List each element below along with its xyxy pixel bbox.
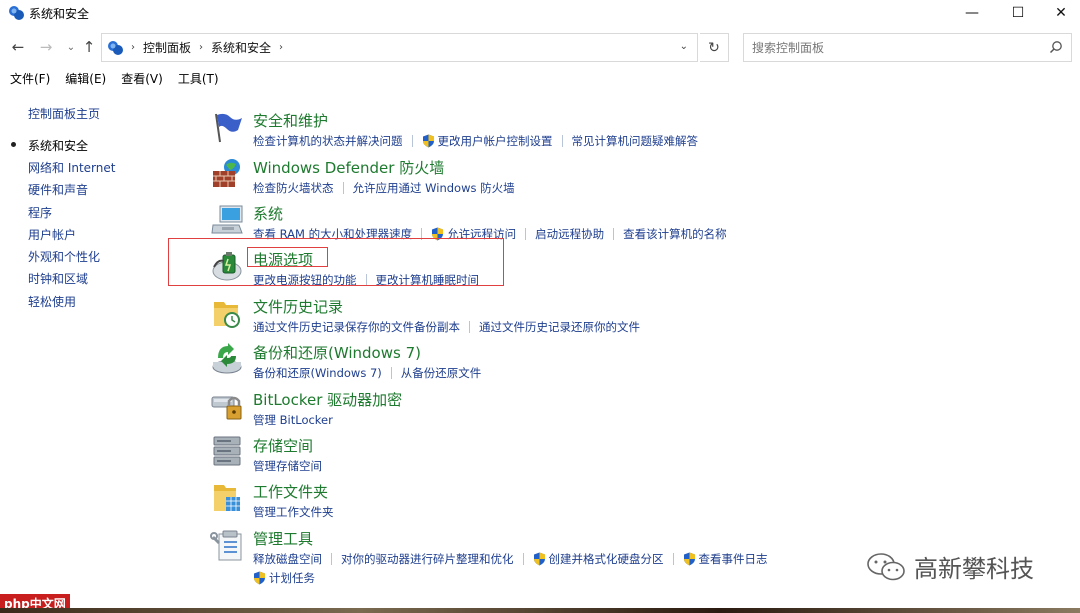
link-label: 管理 BitLocker — [253, 413, 333, 427]
category-title[interactable]: Windows Defender 防火墙 — [253, 157, 444, 178]
link-label: 释放磁盘空间 — [253, 552, 322, 566]
link-separator — [672, 553, 674, 565]
link-uac-settings[interactable]: 更改用户帐户控制设置 — [422, 133, 553, 149]
link-restore-from-backup[interactable]: 从备份还原文件 — [401, 365, 482, 381]
link-remote-assistance[interactable]: 启动远程协助 — [535, 226, 604, 242]
link-create-partition[interactable]: 创建并格式化硬盘分区 — [533, 551, 664, 567]
link-separator — [390, 367, 392, 379]
link-label: 检查防火墙状态 — [253, 181, 334, 195]
category-title[interactable]: 工作文件夹 — [253, 481, 328, 502]
category-title[interactable]: 系统 — [253, 203, 283, 224]
link-event-log[interactable]: 查看事件日志 — [683, 551, 768, 567]
link-label: 计划任务 — [269, 571, 315, 585]
link-label: 管理存储空间 — [253, 459, 322, 473]
link-label: 管理工作文件夹 — [253, 505, 334, 519]
wechat-icon — [867, 552, 905, 580]
link-label: 允许应用通过 Windows 防火墙 — [352, 181, 515, 195]
link-label: 通过文件历史记录保存你的文件备份副本 — [253, 320, 460, 334]
link-computer-name[interactable]: 查看该计算机的名称 — [623, 226, 727, 242]
category-title[interactable]: 存储空间 — [253, 435, 313, 456]
link-label: 创建并格式化硬盘分区 — [548, 552, 664, 566]
uac-shield-icon — [254, 571, 265, 585]
link-allow-app[interactable]: 允许应用通过 Windows 防火墙 — [353, 180, 515, 196]
flag-icon[interactable] — [210, 110, 244, 144]
work-folders-icon[interactable] — [210, 481, 244, 515]
link-separator — [522, 553, 524, 565]
storage-icon[interactable] — [210, 435, 244, 469]
uac-shield-icon — [422, 134, 434, 148]
bitlocker-icon[interactable] — [210, 389, 244, 423]
main-content: 安全和维护 检查计算机的状态并解决问题 更改用户帐户控制设置 常见计算机问题疑难… — [0, 0, 1080, 613]
annotation-box-power-title — [247, 247, 328, 267]
link-separator — [411, 135, 413, 147]
bottom-image-strip — [0, 608, 1080, 613]
backup-icon[interactable] — [210, 342, 244, 376]
link-label: 查看事件日志 — [698, 552, 768, 566]
category-title[interactable]: 文件历史记录 — [253, 296, 343, 317]
link-separator — [613, 228, 615, 240]
link-label: 查看该计算机的名称 — [623, 227, 727, 241]
link-separator — [342, 182, 344, 194]
link-manage-storage[interactable]: 管理存储空间 — [253, 458, 322, 474]
link-manage-bitlocker[interactable]: 管理 BitLocker — [253, 412, 333, 428]
link-label: 检查计算机的状态并解决问题 — [253, 134, 403, 148]
link-label: 通过文件历史记录还原你的文件 — [479, 320, 640, 334]
link-disk-cleanup[interactable]: 释放磁盘空间 — [253, 551, 322, 567]
link-restore-files[interactable]: 通过文件历史记录还原你的文件 — [479, 319, 640, 335]
firewall-icon[interactable] — [210, 157, 244, 191]
link-manage-work-folders[interactable]: 管理工作文件夹 — [253, 504, 334, 520]
link-separator — [525, 228, 527, 240]
link-label: 备份和还原(Windows 7) — [253, 366, 382, 380]
file-history-icon[interactable] — [210, 296, 244, 330]
category-title[interactable]: 管理工具 — [253, 528, 313, 549]
category-title[interactable]: BitLocker 驱动器加密 — [253, 389, 402, 410]
link-schedule-tasks[interactable]: 计划任务 — [253, 570, 315, 586]
link-backup-restore[interactable]: 备份和还原(Windows 7) — [253, 365, 382, 381]
link-label: 对你的驱动器进行碎片整理和优化 — [341, 552, 514, 566]
link-firewall-status[interactable]: 检查防火墙状态 — [253, 180, 334, 196]
link-separator — [469, 321, 470, 333]
watermark-text: 高新攀科技 — [914, 555, 1034, 583]
uac-shield-icon — [683, 552, 695, 566]
category-title[interactable]: 备份和还原(Windows 7) — [253, 342, 421, 363]
admin-tools-icon[interactable] — [210, 528, 244, 562]
link-label: 从备份还原文件 — [400, 366, 482, 380]
system-icon[interactable] — [210, 203, 244, 237]
link-save-backup[interactable]: 通过文件历史记录保存你的文件备份副本 — [253, 319, 460, 335]
uac-shield-icon — [533, 552, 545, 566]
wechat-watermark: 高新攀科技 — [866, 549, 1034, 584]
link-label: 启动远程协助 — [535, 227, 605, 241]
link-defragment[interactable]: 对你的驱动器进行碎片整理和优化 — [341, 551, 514, 567]
category-title[interactable]: 安全和维护 — [253, 110, 328, 131]
link-troubleshoot[interactable]: 常见计算机问题疑难解答 — [572, 133, 699, 149]
annotation-box-power-options — [168, 238, 504, 286]
link-label: 常见计算机问题疑难解答 — [571, 134, 699, 148]
link-separator — [561, 135, 563, 147]
link-check-status[interactable]: 检查计算机的状态并解决问题 — [253, 133, 403, 149]
link-separator — [331, 553, 332, 565]
link-label: 更改用户帐户控制设置 — [437, 134, 553, 148]
